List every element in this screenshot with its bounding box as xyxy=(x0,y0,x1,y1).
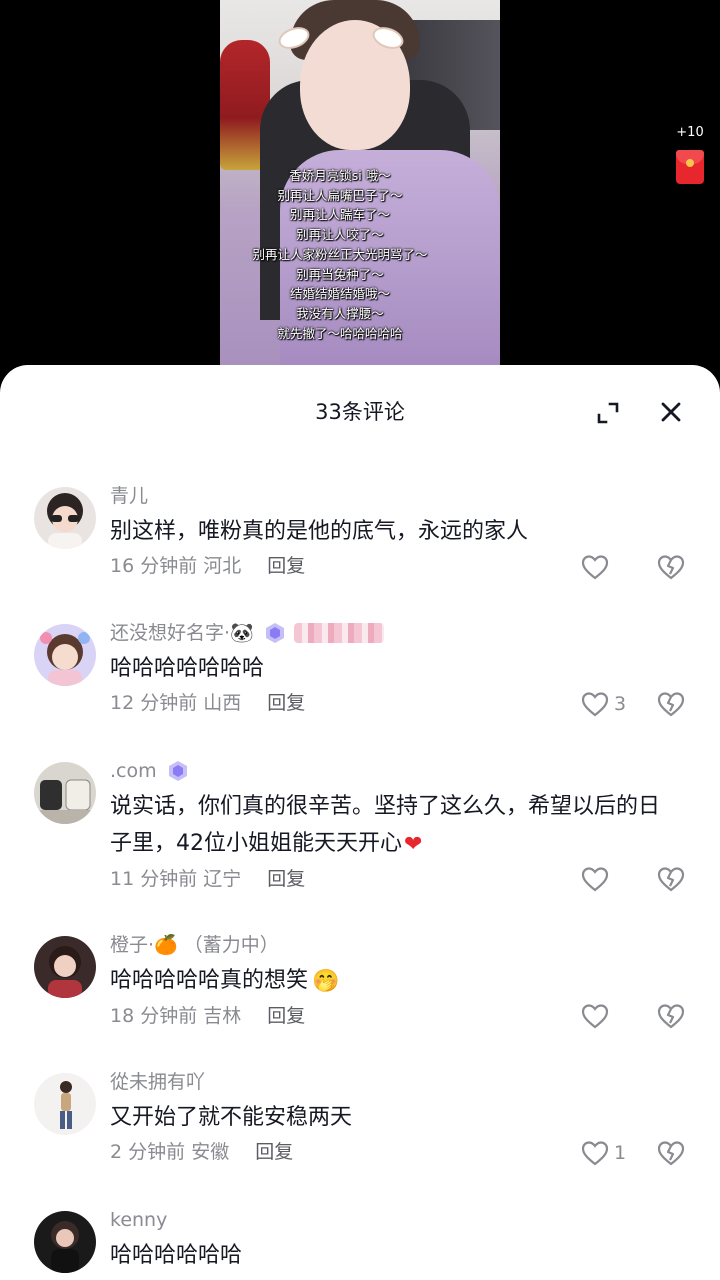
comment-location: 辽宁 xyxy=(203,867,242,890)
comment-text-content: 哈哈哈哈哈真的想笑 xyxy=(110,968,309,993)
heart-icon[interactable] xyxy=(580,1139,610,1167)
lyric-line: 别再让人扁嘴巴子了～ xyxy=(277,187,403,203)
video-lyrics: 香娇月亮锁si 哦～ 别再让人扁嘴巴子了～ 别再让人踹车了～ 别再让人咬了～ 别… xyxy=(220,166,460,343)
lyric-line: 香娇月亮锁si 哦～ xyxy=(289,168,391,183)
dislike-button[interactable] xyxy=(656,865,686,893)
fan-badge-icon xyxy=(264,622,286,644)
comment-sheet: 33条评论 青儿 别这样，唯粉真的是他的底气，永远的家人 16 分钟前 河北 回… xyxy=(0,365,720,1280)
avatar[interactable] xyxy=(34,1211,96,1273)
like-button[interactable] xyxy=(580,553,614,581)
fan-badge-icon xyxy=(167,760,189,782)
comment-username-suffix: （蓄力中） xyxy=(183,934,279,956)
avatar[interactable] xyxy=(34,624,96,686)
avatar[interactable] xyxy=(34,1073,96,1135)
heart-icon[interactable] xyxy=(580,865,610,893)
lyric-line: 我没有人撑腰～ xyxy=(296,305,384,321)
heart-icon[interactable] xyxy=(580,553,610,581)
avatar[interactable] xyxy=(34,936,96,998)
like-count: 3 xyxy=(614,693,627,715)
orange-emoji: 🍊 xyxy=(154,934,178,956)
laughing-emoji: 🤭 xyxy=(312,968,340,994)
lyric-line: 别再当兔种了～ xyxy=(296,266,384,282)
expand-icon[interactable] xyxy=(596,401,620,425)
video-area[interactable]: 香娇月亮锁si 哦～ 别再让人扁嘴巴子了～ 别再让人踹车了～ 别再让人咬了～ 别… xyxy=(0,0,720,380)
comment-time: 2 分钟前 xyxy=(110,1141,186,1163)
lyric-line: 就先撤了～哈哈哈哈哈 xyxy=(277,325,403,341)
dislike-button[interactable] xyxy=(656,690,686,718)
comment-location: 河北 xyxy=(203,555,242,577)
comment-text: 哈哈哈哈哈哈 xyxy=(110,1243,243,1268)
blurred-fan-tag xyxy=(293,623,384,643)
close-icon[interactable] xyxy=(658,399,684,425)
comment-username[interactable]: kenny xyxy=(110,1207,680,1233)
comment-time: 16 分钟前 xyxy=(110,555,198,577)
comment-username[interactable]: 從未拥有吖 xyxy=(110,1069,680,1095)
comment-username-text[interactable]: 橙子· xyxy=(110,932,154,958)
comment-time: 12 分钟前 xyxy=(110,692,198,714)
lyric-line: 别再让人家粉丝正大光明骂了～ xyxy=(252,246,428,262)
comment-text: 说实话，你们真的很辛苦。坚持了这么久，希望以后的日子里，42位小姐姐能天天开心❤ xyxy=(110,788,680,863)
red-envelope-icon[interactable] xyxy=(676,150,704,184)
comment-text-content: 说实话，你们真的很辛苦。坚持了这么久，希望以后的日子里，42位小姐姐能天天开心 xyxy=(110,794,661,856)
heart-emoji: ❤ xyxy=(404,831,423,857)
comment-sheet-header: 33条评论 xyxy=(0,365,720,461)
comment-text: 别这样，唯粉真的是他的底气，永远的家人 xyxy=(110,519,529,544)
comment-location: 吉林 xyxy=(203,1004,242,1027)
broken-heart-icon[interactable] xyxy=(656,690,686,718)
comment-username-text[interactable]: 從未拥有吖 xyxy=(110,1069,205,1095)
panda-emoji: 🐼 xyxy=(230,622,254,644)
comment-username[interactable]: .com xyxy=(110,758,680,784)
comment-time: 18 分钟前 xyxy=(110,1004,198,1027)
avatar[interactable] xyxy=(34,762,96,824)
dislike-button[interactable] xyxy=(656,1139,686,1167)
lyric-line: 别再让人咬了～ xyxy=(296,227,384,243)
avatar[interactable] xyxy=(34,487,96,549)
comment-text: 哈哈哈哈哈哈哈 xyxy=(110,656,265,681)
comment-text: 哈哈哈哈哈真的想笑 🤭 xyxy=(110,962,680,1000)
comment-username-text[interactable]: kenny xyxy=(110,1207,167,1233)
comment-username-text[interactable]: .com xyxy=(110,758,157,784)
comment-username-text[interactable]: 青儿 xyxy=(110,483,148,509)
reply-button[interactable]: 回复 xyxy=(267,868,305,890)
like-button[interactable] xyxy=(580,865,614,893)
heart-icon[interactable] xyxy=(580,690,610,718)
reply-button[interactable]: 回复 xyxy=(267,1005,305,1027)
like-button[interactable]: 3 xyxy=(580,690,626,718)
broken-heart-icon[interactable] xyxy=(656,865,686,893)
comment-username-text[interactable]: 还没想好名字· xyxy=(110,620,230,646)
dislike-button[interactable] xyxy=(656,553,686,581)
heart-icon[interactable] xyxy=(580,1002,610,1030)
like-button[interactable]: 1 xyxy=(580,1139,626,1167)
comment-time: 11 分钟前 xyxy=(110,867,198,890)
dislike-button[interactable] xyxy=(656,1002,686,1030)
reply-button[interactable]: 回复 xyxy=(255,1141,293,1163)
broken-heart-icon[interactable] xyxy=(656,1002,686,1030)
comment-username[interactable]: 橙子· 🍊 （蓄力中） xyxy=(110,932,680,958)
like-count: 1 xyxy=(614,1142,627,1164)
comment-username[interactable]: 青儿 xyxy=(110,483,680,509)
broken-heart-icon[interactable] xyxy=(656,1139,686,1167)
lyric-line: 别再让人踹车了～ xyxy=(289,207,390,223)
broken-heart-icon[interactable] xyxy=(656,553,686,581)
like-button[interactable] xyxy=(580,1002,614,1030)
reply-button[interactable]: 回复 xyxy=(267,692,305,714)
reward-count: +10 xyxy=(676,125,704,140)
lyric-line: 结婚结婚结婚哦～ xyxy=(289,286,390,302)
comment-location: 山西 xyxy=(203,692,242,714)
comment-location: 安徽 xyxy=(191,1141,230,1163)
comment-text: 又开始了就不能安稳两天 xyxy=(110,1105,353,1130)
reply-button[interactable]: 回复 xyxy=(267,555,305,577)
red-envelope-reward[interactable]: +10 xyxy=(670,124,710,184)
comment-username[interactable]: 还没想好名字· 🐼 xyxy=(110,620,680,646)
